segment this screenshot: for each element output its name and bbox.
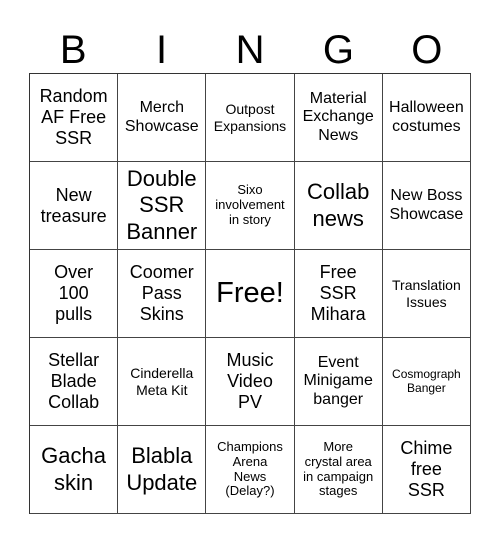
bingo-cell-label: Translation Issues (392, 277, 461, 310)
bingo-cell[interactable]: Translation Issues (382, 250, 471, 338)
bingo-cell[interactable]: Outpost Expansions (206, 74, 295, 162)
bingo-cell-label: Music Video PV (226, 350, 274, 412)
bingo-cell-label: New treasure (40, 184, 107, 226)
bingo-cell[interactable]: Sixo involvement in story (206, 162, 295, 250)
bingo-cell[interactable]: Double SSR Banner (118, 162, 207, 250)
bingo-cell-label: Over 100 pulls (54, 262, 94, 324)
bingo-cell[interactable]: Coomer Pass Skins (118, 250, 207, 338)
bingo-cell-label: Merch Showcase (124, 99, 199, 135)
bingo-cell[interactable]: Champions Arena News (Delay?) (206, 426, 295, 514)
bingo-cell-label: Champions Arena News (Delay?) (217, 438, 283, 499)
bingo-cell-label: Chime free SSR (400, 438, 453, 500)
bingo-cell[interactable]: New treasure (30, 162, 119, 250)
bingo-cell[interactable]: Free SSR Mihara (294, 250, 383, 338)
bingo-cell[interactable]: Chime free SSR (382, 426, 471, 514)
bingo-cell-label: Halloween costumes (389, 99, 464, 135)
bingo-cell-label: Cosmograph Banger (392, 366, 461, 395)
bingo-cell[interactable]: Stellar Blade Collab (30, 338, 119, 426)
bingo-cell-label: Random AF Free SSR (39, 86, 108, 148)
bingo-cell-label: New Boss Showcase (389, 187, 464, 223)
bingo-grid: Random AF Free SSR Merch Showcase Outpost … (29, 73, 471, 514)
bingo-cell-label: Outpost Expansions (213, 101, 287, 134)
bingo-cell-label: Stellar Blade Collab (48, 350, 100, 412)
bingo-cell[interactable]: Event Minigame banger (294, 338, 383, 426)
header-letter-o: O (411, 28, 443, 72)
header-letter-i: I (156, 28, 168, 72)
bingo-cell[interactable]: Gacha skin (30, 426, 119, 514)
bingo-cell[interactable]: Material Exchange News (294, 74, 383, 162)
bingo-cell[interactable]: Merch Showcase (118, 74, 207, 162)
bingo-cell-label: Sixo involvement in story (215, 182, 285, 227)
bingo-cell-label: Blabla Update (126, 443, 198, 495)
bingo-cell[interactable]: Cinderella Meta Kit (118, 338, 207, 426)
bingo-cell[interactable]: More crystal area in campaign stages (294, 426, 383, 514)
bingo-cell-label: Collab news (307, 179, 370, 231)
bingo-cell-label: Double SSR Banner (126, 165, 198, 244)
bingo-cell-free[interactable]: Free! (206, 250, 295, 338)
bingo-cell[interactable]: Music Video PV (206, 338, 295, 426)
bingo-cell[interactable]: Collab news (294, 162, 383, 250)
bingo-cell-label: More crystal area in campaign stages (303, 438, 374, 499)
bingo-header: B I N G O (29, 28, 471, 73)
bingo-cell[interactable]: Cosmograph Banger (382, 338, 471, 426)
bingo-cell[interactable]: Blabla Update (118, 426, 207, 514)
header-letter-g: G (322, 28, 354, 72)
bingo-cell-label: Event Minigame banger (303, 353, 373, 408)
bingo-cell[interactable]: Over 100 pulls (30, 250, 119, 338)
bingo-cell-label: Cinderella Meta Kit (130, 365, 194, 398)
bingo-cell-label: Material Exchange News (302, 89, 374, 144)
bingo-cell-label: Free! (216, 276, 284, 309)
bingo-cell[interactable]: New Boss Showcase (382, 162, 471, 250)
header-letter-b: B (59, 28, 87, 72)
header-letter-n: N (235, 28, 265, 72)
bingo-cell-label: Coomer Pass Skins (129, 262, 194, 324)
bingo-cell[interactable]: Random AF Free SSR (30, 74, 119, 162)
bingo-cell-label: Free SSR Mihara (310, 262, 366, 324)
bingo-cell[interactable]: Halloween costumes (382, 74, 471, 162)
bingo-cell-label: Gacha skin (41, 443, 106, 495)
